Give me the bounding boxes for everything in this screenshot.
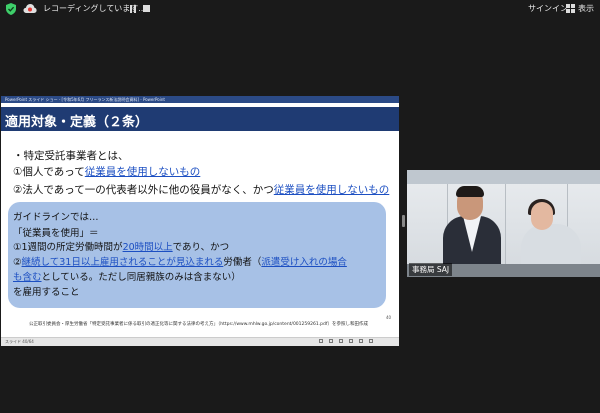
- slide-footnote: 公正取引委員会・厚生労働省「特定受託事業者に係る取引の適正化等に関する法律の考え…: [29, 322, 368, 327]
- view-button[interactable]: 表示: [578, 3, 594, 14]
- guideline-line-5: も含むとしている。ただし同居親族のみは含まない）: [13, 272, 241, 283]
- options-icon[interactable]: [369, 339, 373, 343]
- guideline-line-6: を雇用すること: [13, 287, 80, 298]
- pen-icon[interactable]: [339, 339, 343, 343]
- stop-recording-button[interactable]: [143, 5, 150, 12]
- slide-title: 適用対象・定義（２条）: [5, 115, 149, 130]
- signin-button[interactable]: サインイン: [528, 3, 568, 14]
- slide-item-1: ①個人であって従業員を使用しないもの: [13, 166, 201, 178]
- guideline-line-2: 「従業員を使用」＝: [13, 228, 99, 239]
- see-all-slides-icon[interactable]: [349, 339, 353, 343]
- next-slide-icon[interactable]: [329, 339, 333, 343]
- cloud-recording-icon[interactable]: [23, 3, 37, 14]
- participant-name-label: 事務局 SAJ: [409, 263, 453, 276]
- pause-recording-button[interactable]: [129, 5, 137, 13]
- slide-page-number: 40: [386, 315, 392, 320]
- slide-counter: スライド 40/64: [5, 339, 34, 344]
- participant-left-hair: [456, 186, 484, 197]
- guideline-line-1: ガイドラインでは…: [13, 212, 99, 223]
- slide-bullet: ・特定受託事業者とは、: [13, 150, 129, 162]
- participant-right-face: [531, 202, 553, 230]
- guideline-line-3: ①1週間の所定労働時間が20時間以上であり、かつ: [13, 242, 230, 253]
- top-toolbar: レコーディングしています... サインイン 表示: [0, 0, 600, 18]
- slideshow-controls: [319, 339, 395, 344]
- powerpoint-window-title: PowerPoint スライド ショー - [令和5年6月 フリーランス新法説明…: [5, 97, 165, 102]
- participant-video-tile[interactable]: [407, 170, 600, 277]
- zoom-icon[interactable]: [359, 339, 363, 343]
- shield-check-icon[interactable]: [6, 3, 16, 15]
- slide-item-2: ②法人であって一の代表者以外に他の役員がなく、かつ従業員を使用しないもの: [13, 184, 390, 196]
- previous-slide-icon[interactable]: [319, 339, 323, 343]
- video-window-strip: [407, 170, 600, 184]
- shared-screen: PowerPoint スライド ショー - [令和5年6月 フリーランス新法説明…: [1, 96, 399, 346]
- grid-view-icon[interactable]: [566, 4, 575, 13]
- guideline-line-4: ②継続して31日以上雇用されることが見込まれる労働者（派遣受け入れの場合: [13, 257, 347, 268]
- powerpoint-title-bar: PowerPoint スライド ショー - [令和5年6月 フリーランス新法説明…: [1, 96, 399, 103]
- split-drag-handle[interactable]: [402, 215, 405, 227]
